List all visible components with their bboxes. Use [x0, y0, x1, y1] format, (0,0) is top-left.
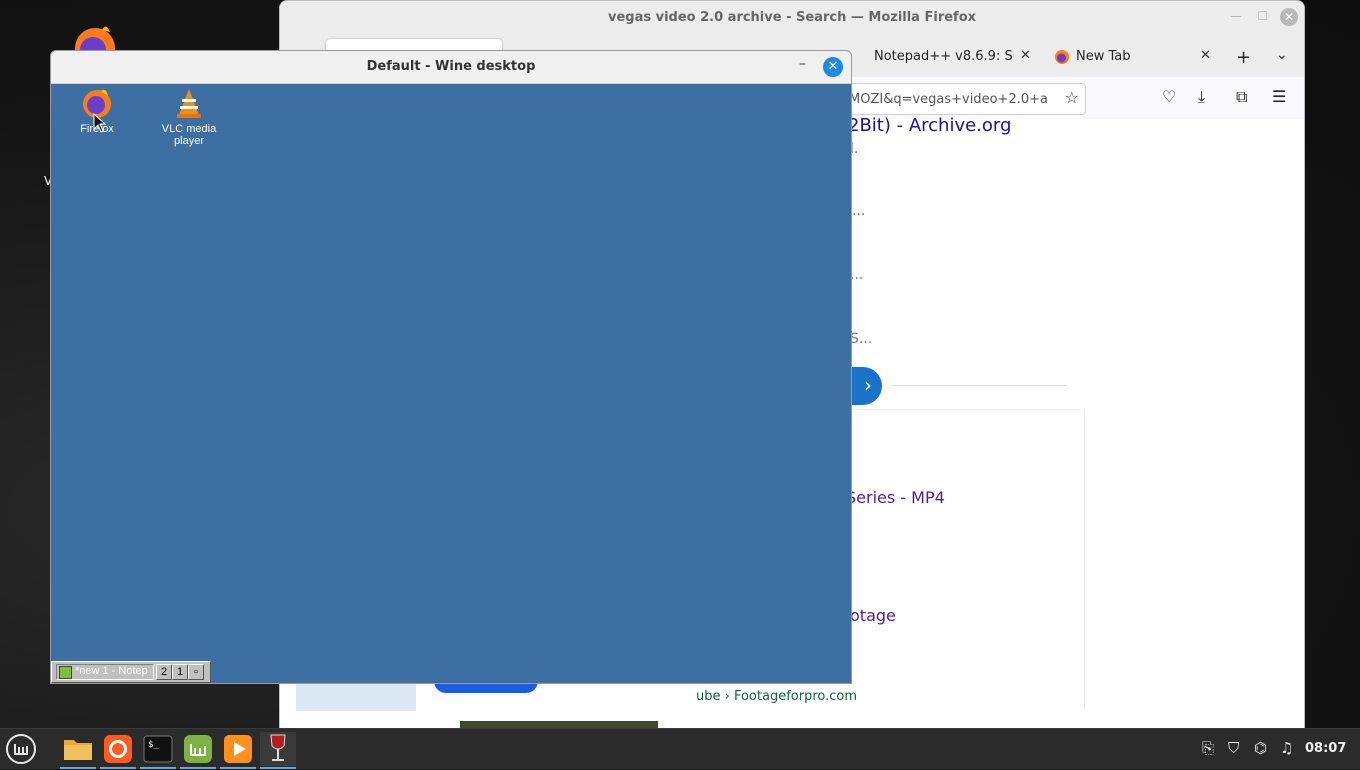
result-snippet: S... — [850, 331, 873, 347]
pager-button[interactable]: 1 — [172, 664, 188, 680]
clipboard-icon[interactable]: ⎘ — [1202, 739, 1214, 757]
chevron-down-icon[interactable]: ⌄ — [1276, 47, 1288, 63]
shield-icon[interactable]: ⛉ — [1228, 739, 1239, 757]
tab-label: New Tab — [1076, 49, 1131, 64]
result-snippet: ... — [852, 203, 866, 219]
minimize-icon[interactable]: — — [1230, 9, 1242, 23]
vlc-icon — [177, 89, 201, 118]
card-border — [1084, 409, 1085, 709]
pocket-icon[interactable]: ♡ — [1162, 87, 1176, 106]
close-icon[interactable]: ✕ — [1020, 48, 1031, 63]
firefox-icon — [104, 735, 132, 763]
bookmark-star-icon[interactable]: ☆ — [1065, 88, 1079, 107]
sound-icon[interactable]: ♫ — [1280, 739, 1293, 757]
tab-new-tab[interactable]: New Tab ✕ — [1050, 37, 1220, 77]
tab-label: Notepad++ v8.6.9: Supp — [874, 49, 1014, 64]
maximize-icon[interactable]: ☐ — [1257, 9, 1268, 23]
running-indicator — [180, 767, 216, 769]
panel-terminal[interactable]: $_ — [140, 732, 176, 769]
software-manager-icon — [184, 735, 212, 763]
window-title: Default - Wine desktop — [366, 59, 536, 74]
running-indicator — [140, 767, 176, 769]
task-label: *new 1 - Notep — [75, 665, 148, 677]
mouse-cursor-icon — [93, 113, 107, 133]
wine-titlebar[interactable]: Default - Wine desktop – ✕ — [51, 51, 851, 84]
wine-task-notepad[interactable]: *new 1 - Notep — [56, 664, 154, 680]
divider — [840, 409, 1080, 410]
show-desktop-icon[interactable]: ▫ — [188, 664, 204, 680]
extensions-icon[interactable]: ⧉ — [1236, 87, 1247, 107]
play-icon — [224, 735, 252, 763]
icon-label: VLC media player — [161, 123, 217, 147]
panel-wine[interactable] — [260, 732, 296, 769]
firefox-titlebar[interactable]: vegas video 2.0 archive - Search — Mozil… — [280, 1, 1304, 37]
terminal-icon: $_ — [143, 735, 173, 763]
mint-menu-icon — [6, 734, 36, 764]
result-link[interactable]: otage — [850, 606, 896, 625]
wine-taskbar: *new 1 - Notep 2 1 ▫ — [51, 661, 211, 683]
firefox-icon — [1055, 50, 1069, 64]
close-button[interactable]: ✕ — [1280, 8, 1298, 26]
url-input[interactable] — [847, 89, 1051, 109]
close-button[interactable]: ✕ — [823, 57, 843, 77]
running-indicator — [220, 767, 256, 769]
tab-notepad[interactable]: Notepad++ v8.6.9: Supp ✕ — [860, 37, 1031, 77]
wine-desktop-window: Default - Wine desktop – ✕ Firefox VLC m… — [50, 50, 852, 684]
downloads-icon[interactable]: ⤓ — [1198, 87, 1205, 107]
result-snippet: ... — [850, 267, 864, 283]
running-indicator — [60, 767, 96, 769]
result-url: ube › Footageforpro.com — [696, 689, 857, 704]
running-indicator — [100, 767, 136, 769]
menu-icon[interactable]: ☰ — [1272, 87, 1286, 106]
result-link[interactable]: 2Bit) - Archive.org — [848, 115, 1011, 136]
wine-icon-vlc[interactable]: VLC media player — [151, 87, 227, 147]
clock[interactable]: 08:07 — [1305, 741, 1346, 756]
result-link[interactable]: Series - MP4 — [846, 488, 945, 507]
divider — [890, 385, 1066, 386]
panel-mintinstall[interactable] — [180, 732, 216, 769]
minimize-icon[interactable]: – — [799, 56, 806, 72]
panel-firefox[interactable] — [100, 732, 136, 769]
url-bar[interactable]: ☆ — [840, 83, 1086, 115]
panel-media-player[interactable] — [220, 732, 256, 769]
wine-glass-icon — [270, 734, 286, 761]
panel-files[interactable] — [60, 732, 96, 769]
notepad-icon — [59, 666, 72, 679]
menu-button[interactable] — [4, 732, 40, 766]
network-icon[interactable]: ⌬ — [1254, 739, 1267, 757]
pager-button[interactable]: 2 — [156, 664, 172, 680]
new-tab-icon[interactable]: + — [1236, 47, 1251, 68]
running-indicator — [260, 767, 296, 769]
folder-icon — [64, 740, 92, 760]
taskbar-panel: $_ ⎘ ⛉ ⌬ ♫ 08:07 — [0, 728, 1360, 769]
close-icon[interactable]: ✕ — [1200, 48, 1211, 63]
window-title: vegas video 2.0 archive - Search — Mozil… — [607, 10, 977, 25]
svg-text:$_: $_ — [148, 740, 159, 750]
